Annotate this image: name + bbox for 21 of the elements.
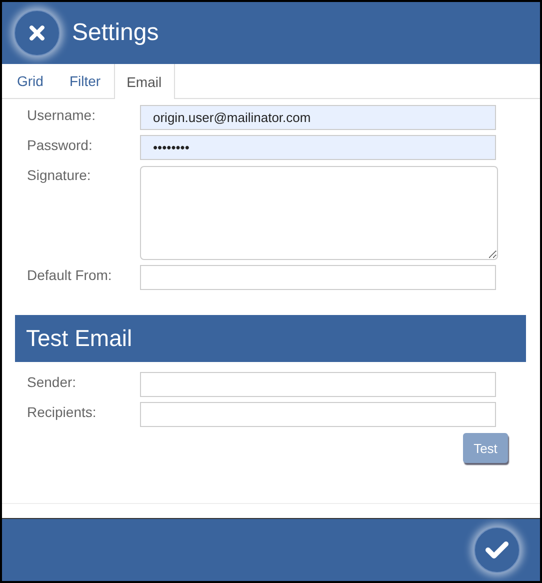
text-area[interactable] (140, 166, 498, 260)
input-field[interactable]: •••••••• (140, 135, 496, 160)
field-label: Signature: (26, 166, 92, 183)
window-title: Settings (72, 19, 159, 47)
tab[interactable]: Filter (56, 64, 114, 98)
close-icon (28, 24, 46, 42)
section-title: Test Email (26, 325, 132, 352)
tab[interactable]: Email (114, 64, 175, 99)
field-label: Password: (26, 136, 94, 153)
tab[interactable]: Grid (4, 64, 56, 98)
input-field[interactable] (140, 372, 496, 397)
close-button[interactable] (14, 10, 60, 56)
input-field[interactable] (140, 402, 496, 427)
field-label: Sender: (26, 373, 78, 390)
field-label: Username: (26, 106, 96, 123)
field-label: Default From: (26, 266, 113, 283)
confirm-button[interactable] (474, 527, 520, 573)
field-label: Recipients: (26, 403, 98, 420)
input-field[interactable] (140, 265, 496, 290)
check-icon (485, 540, 509, 560)
input-field[interactable]: origin.user@mailinator.com (140, 105, 496, 130)
